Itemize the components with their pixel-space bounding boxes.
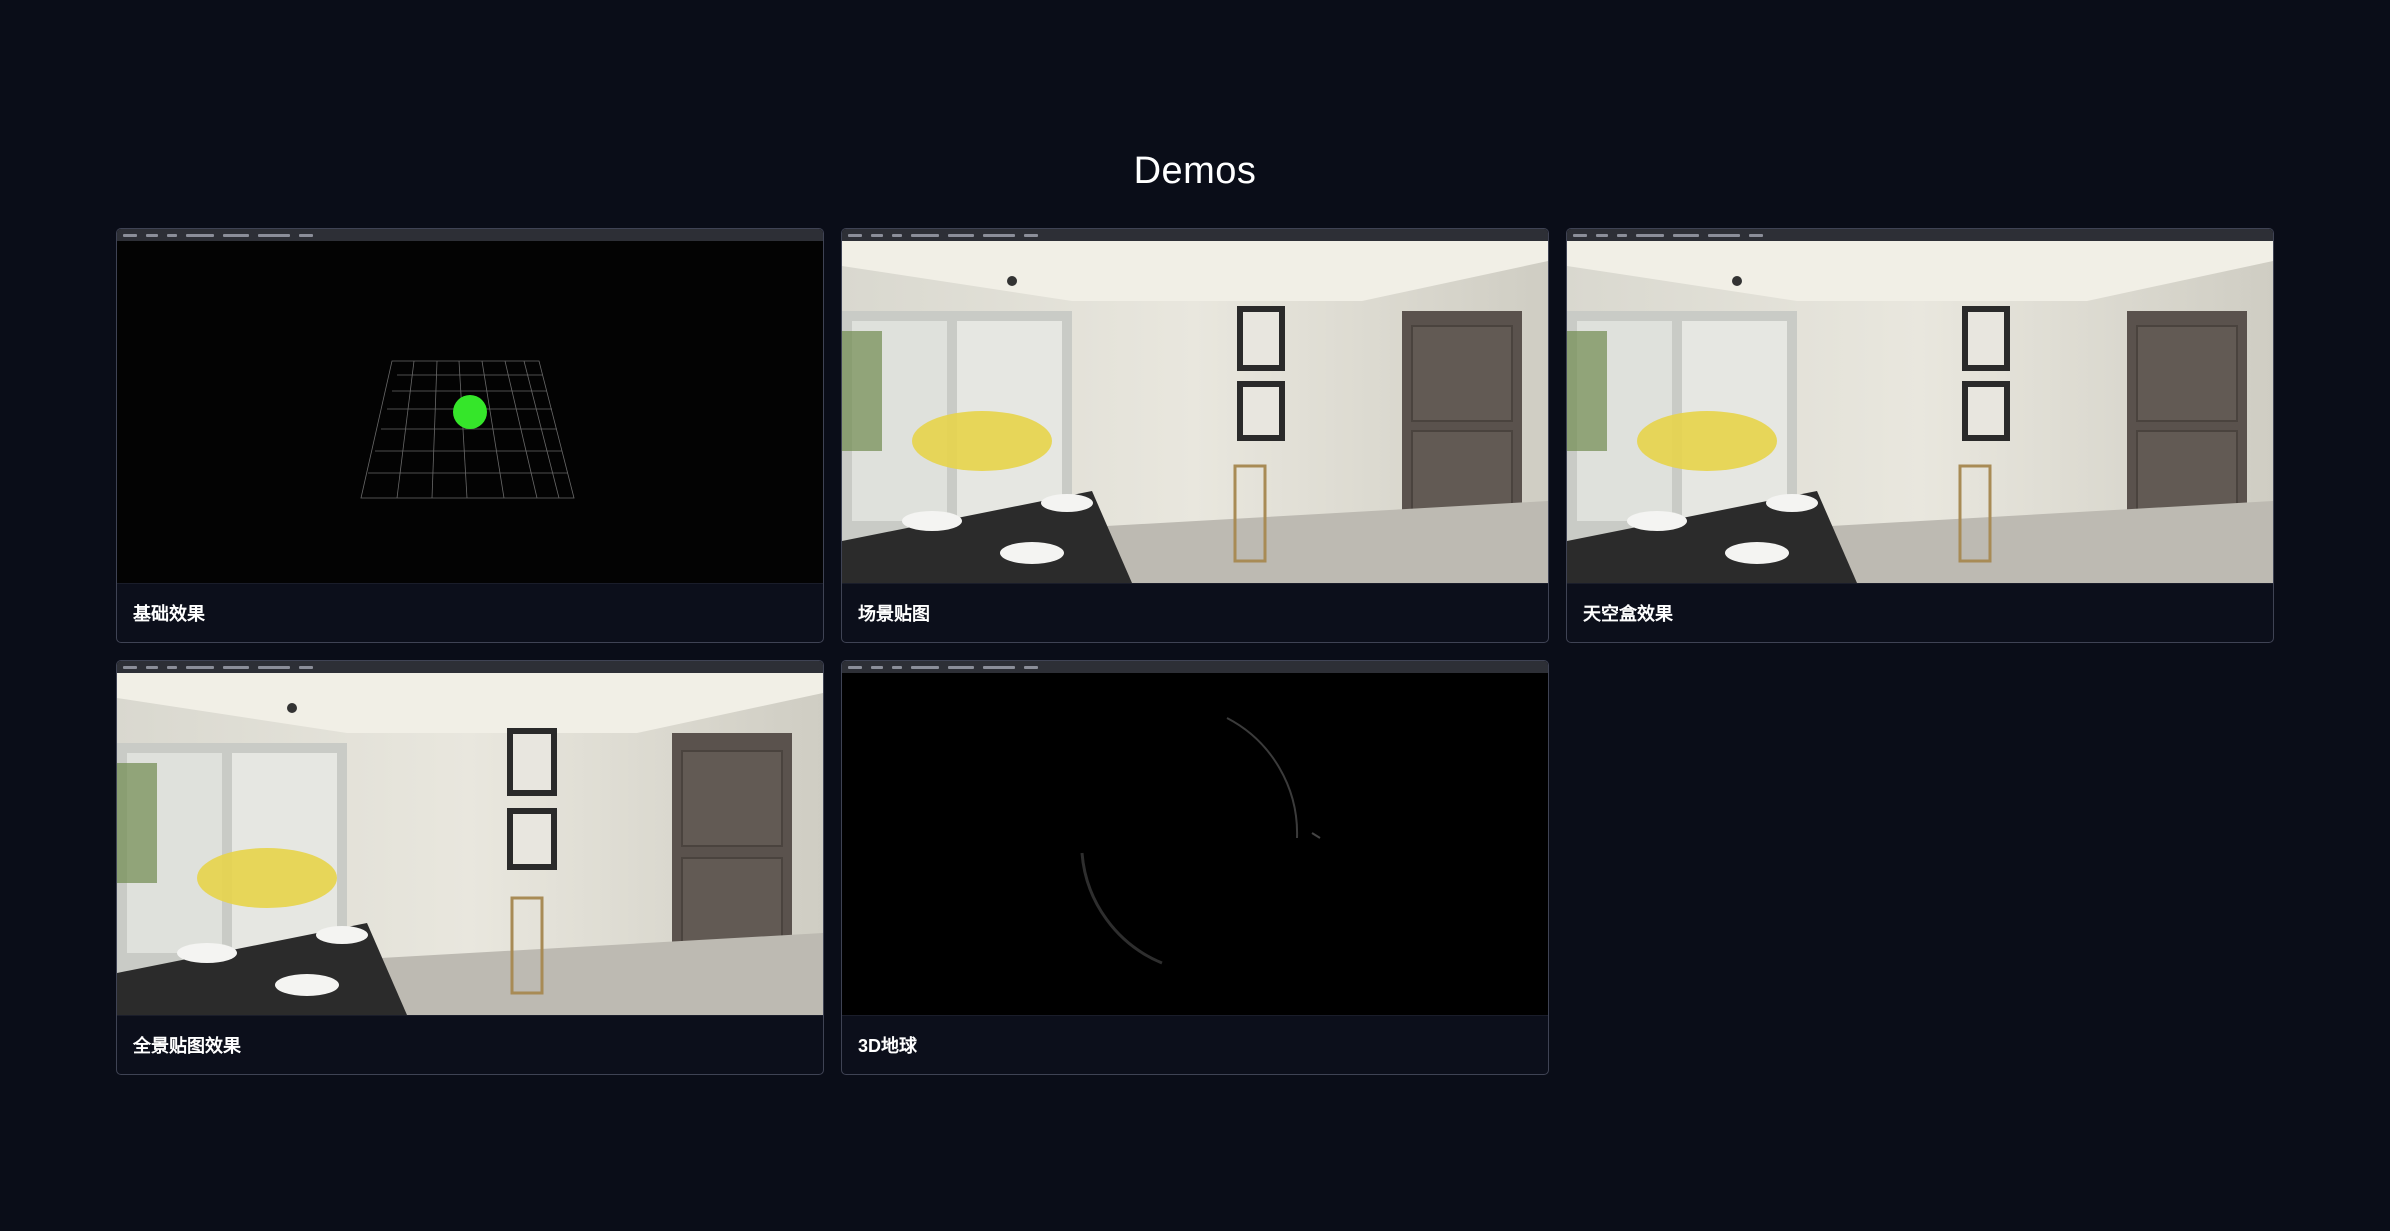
demo-thumbnail bbox=[117, 229, 823, 583]
page-title: Demos bbox=[1133, 150, 1257, 192]
demo-card-earth[interactable]: 3D地球 bbox=[841, 660, 1549, 1075]
thumbnail-browser-bar bbox=[117, 661, 823, 673]
demo-card-label: 场景贴图 bbox=[842, 583, 1548, 642]
demo-thumbnail bbox=[1567, 229, 2273, 583]
demo-card-label: 基础效果 bbox=[117, 583, 823, 642]
demo-thumbnail bbox=[842, 661, 1548, 1015]
demo-card-label: 3D地球 bbox=[842, 1015, 1548, 1074]
dining-room-scene bbox=[842, 241, 1548, 583]
demo-thumbnail bbox=[842, 229, 1548, 583]
demo-card-scene-texture[interactable]: 场景贴图 bbox=[841, 228, 1549, 643]
thumbnail-browser-bar bbox=[842, 229, 1548, 241]
demo-card-panorama[interactable]: 全景贴图效果 bbox=[116, 660, 824, 1075]
thumbnail-browser-bar bbox=[1567, 229, 2273, 241]
grid-sphere-scene bbox=[117, 241, 823, 583]
demo-grid: 基础效果 场景贴图 天空盒效果 全景贴图效果 3D地球 bbox=[116, 228, 2274, 1075]
demo-card-basic[interactable]: 基础效果 bbox=[116, 228, 824, 643]
demo-card-label: 全景贴图效果 bbox=[117, 1015, 823, 1074]
thumbnail-browser-bar bbox=[117, 229, 823, 241]
demo-thumbnail bbox=[117, 661, 823, 1015]
thumbnail-browser-bar bbox=[842, 661, 1548, 673]
dark-earth-scene bbox=[842, 673, 1548, 1015]
green-sphere bbox=[453, 395, 487, 429]
dining-room-scene bbox=[117, 673, 823, 1015]
demos-page: Demos 基础效果 场景贴图 天空盒效果 全景贴图效果 3D地球 bbox=[0, 0, 2390, 1231]
demo-card-skybox[interactable]: 天空盒效果 bbox=[1566, 228, 2274, 643]
dining-room-scene bbox=[1567, 241, 2273, 583]
demo-card-label: 天空盒效果 bbox=[1567, 583, 2273, 642]
